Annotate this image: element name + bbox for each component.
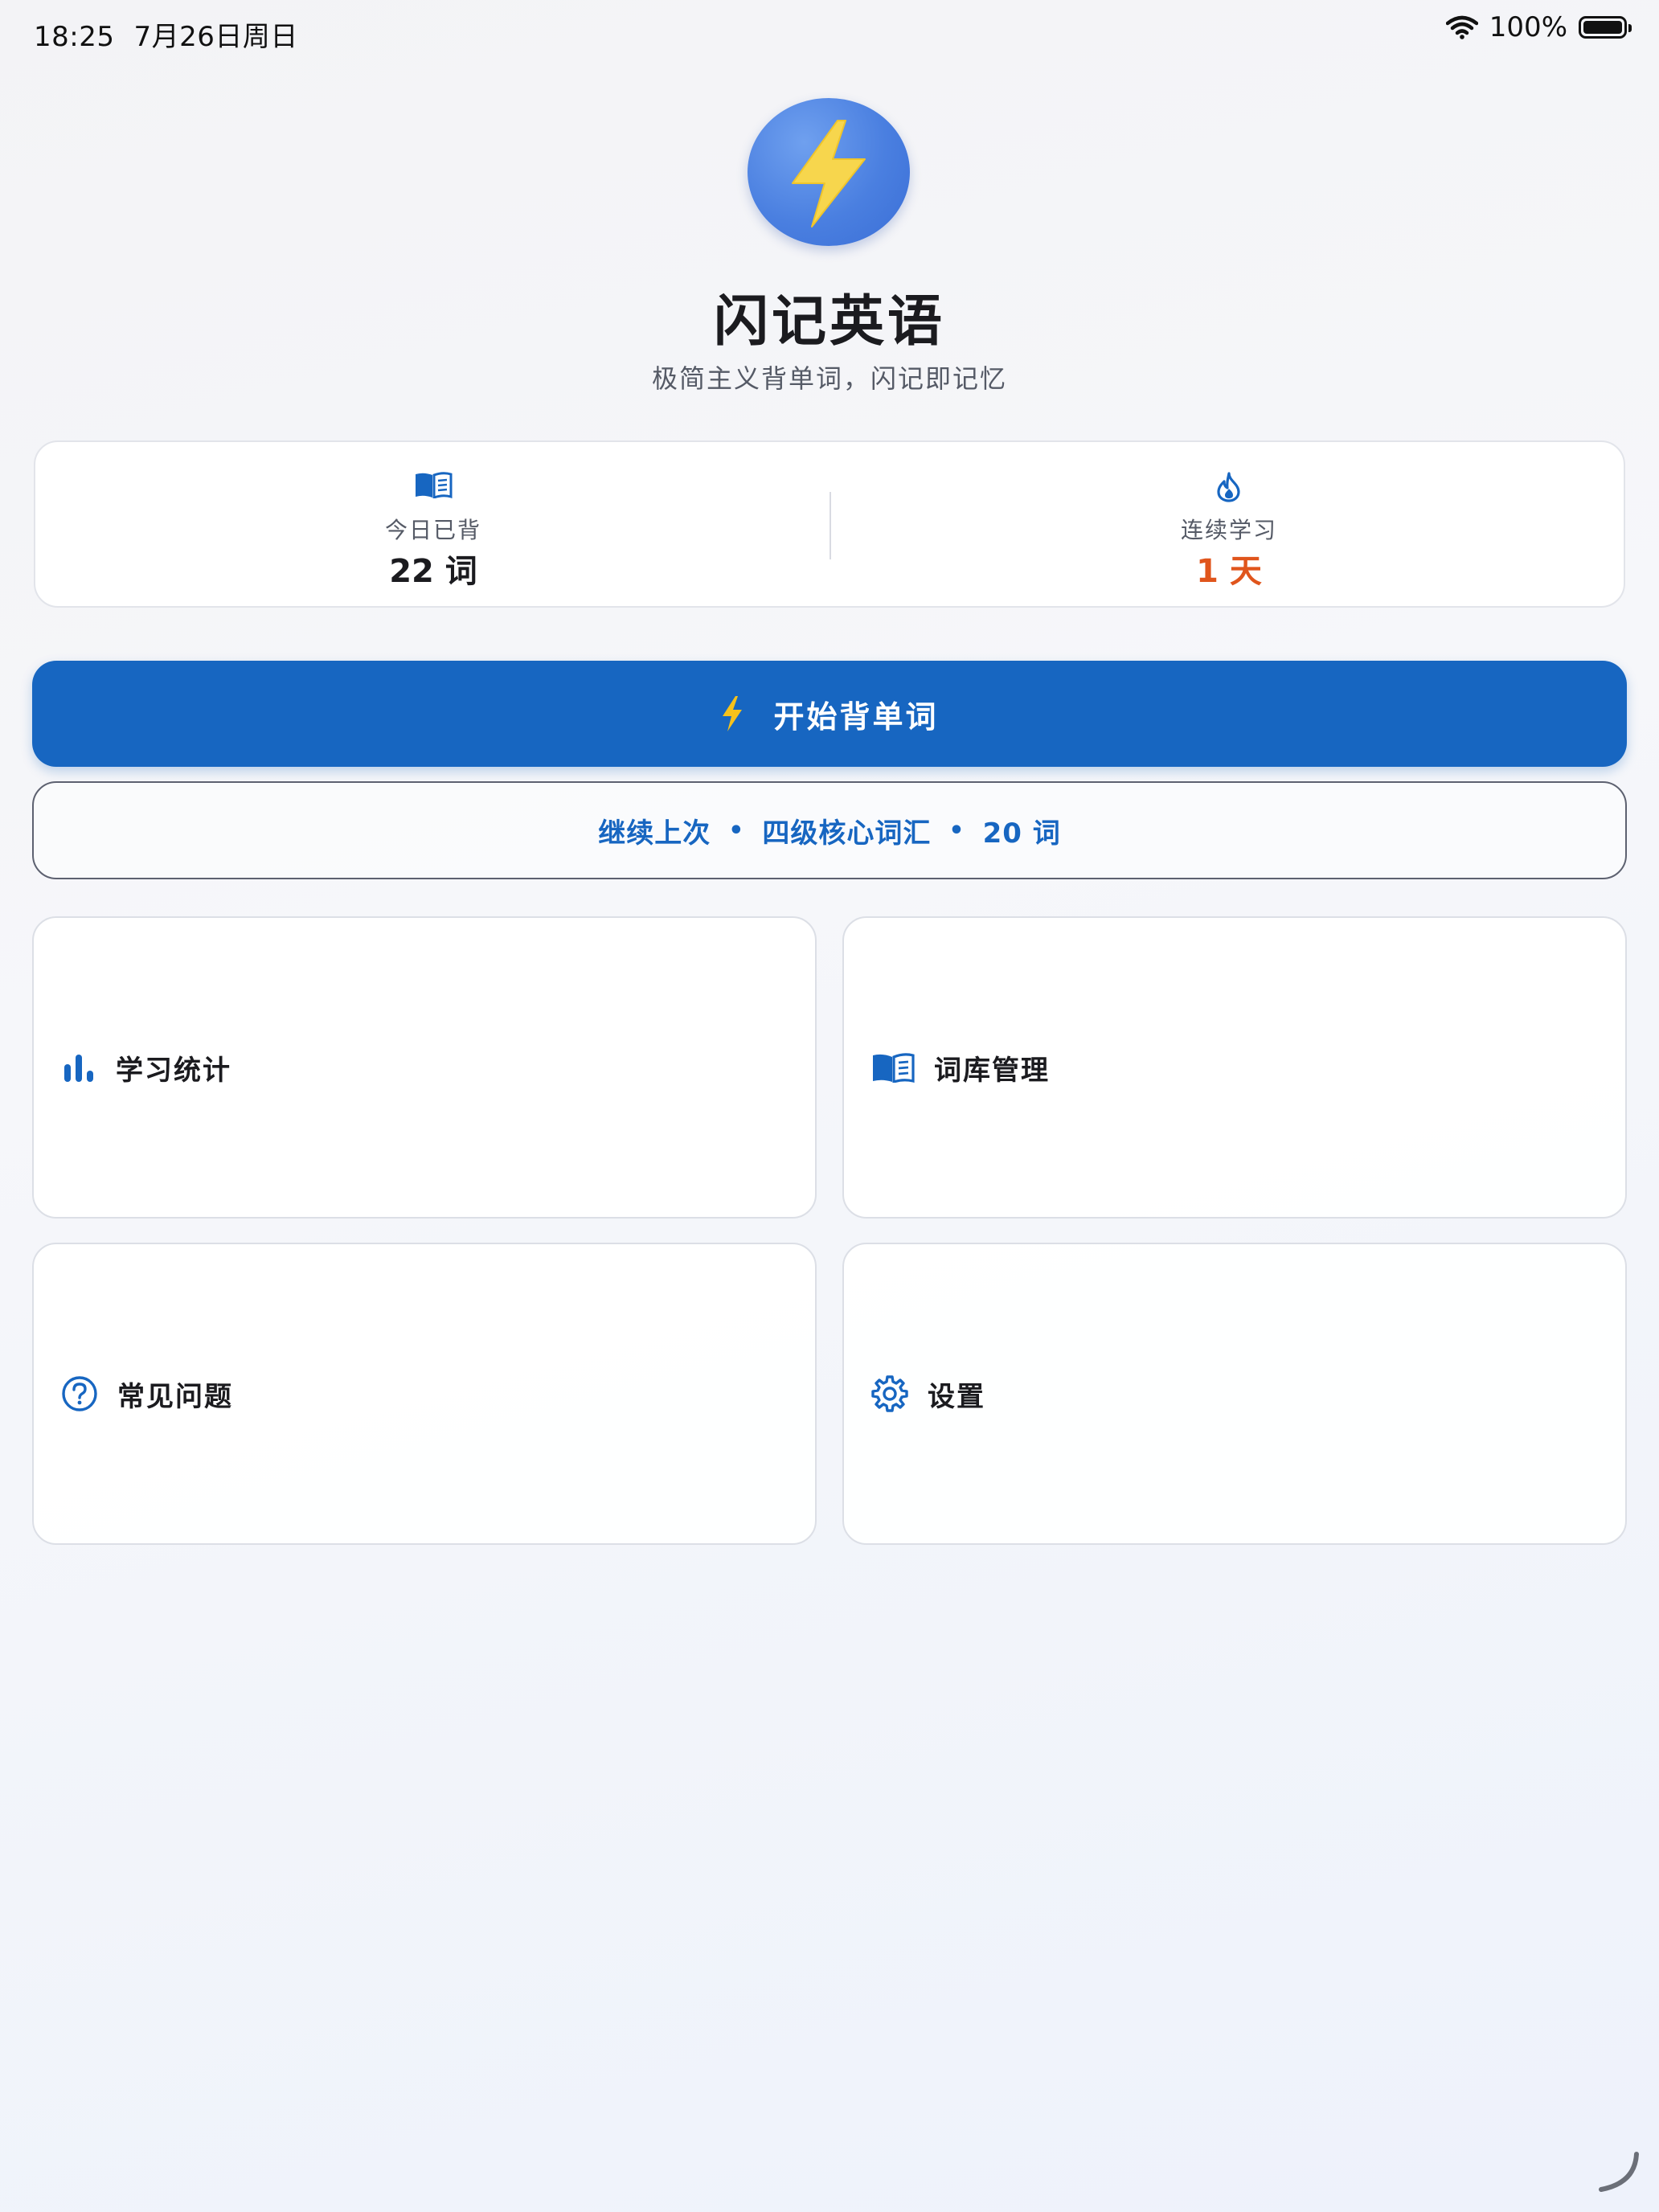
- start-learning-button[interactable]: 开始背单词: [32, 661, 1627, 767]
- stat-streak-value: 1 天: [1196, 553, 1262, 590]
- lightning-bolt-icon: [792, 120, 866, 227]
- bar-chart-icon: [64, 1055, 93, 1082]
- separator-dot: •: [728, 816, 745, 845]
- open-book-icon: [873, 1053, 915, 1083]
- battery-percent: 100%: [1489, 11, 1567, 43]
- status-bar: 18:25 7月26日周日 100%: [0, 0, 1659, 61]
- open-book-icon: [416, 472, 453, 498]
- lightning-bolt-icon: [723, 696, 743, 731]
- separator-dot: •: [948, 816, 965, 845]
- continue-last-button[interactable]: 继续上次 • 四级核心词汇 • 20 词: [32, 781, 1627, 879]
- tile-vocab-management[interactable]: 词库管理: [842, 916, 1627, 1219]
- resize-handle-icon: [1599, 2152, 1639, 2192]
- tile-learning-stats[interactable]: 学习统计: [32, 916, 817, 1219]
- stat-streak-label: 连续学习: [1180, 517, 1277, 543]
- stat-streak: 连续学习 1 天: [831, 442, 1627, 606]
- tile-learning-stats-label: 学习统计: [116, 1054, 231, 1087]
- tile-faq-label: 常见问题: [117, 1380, 233, 1413]
- battery-icon: [1579, 16, 1632, 39]
- stat-today-value: 22 词: [389, 553, 477, 590]
- status-date: 7月26日周日: [133, 21, 298, 53]
- status-indicators: 100%: [1445, 11, 1632, 43]
- stat-today: 今日已背 22 词: [35, 442, 831, 606]
- flame-icon: [1217, 472, 1240, 502]
- tile-faq[interactable]: 常见问题: [32, 1243, 817, 1545]
- app-subtitle: 极简主义背单词，闪记即记忆: [651, 363, 1007, 394]
- tile-settings-label: 设置: [928, 1380, 985, 1413]
- gear-icon: [871, 1375, 908, 1412]
- tile-vocab-management-label: 词库管理: [934, 1054, 1050, 1087]
- stat-today-label: 今日已背: [384, 517, 481, 543]
- wifi-icon: [1445, 15, 1478, 39]
- stats-card: 今日已背 22 词 连续学习 1 天: [34, 440, 1625, 608]
- continue-deck-name: 四级核心词汇: [762, 817, 932, 850]
- start-learning-label: 开始背单词: [773, 698, 939, 735]
- status-time-date: 18:25 7月26日周日: [34, 14, 298, 54]
- status-time: 18:25: [34, 21, 115, 53]
- tile-settings[interactable]: 设置: [842, 1243, 1627, 1545]
- app-logo: [748, 98, 910, 246]
- help-circle-icon: [62, 1376, 97, 1411]
- continue-word-count: 20 词: [982, 817, 1061, 850]
- continue-prefix: 继续上次: [598, 817, 711, 850]
- app-title: 闪记英语: [713, 290, 945, 354]
